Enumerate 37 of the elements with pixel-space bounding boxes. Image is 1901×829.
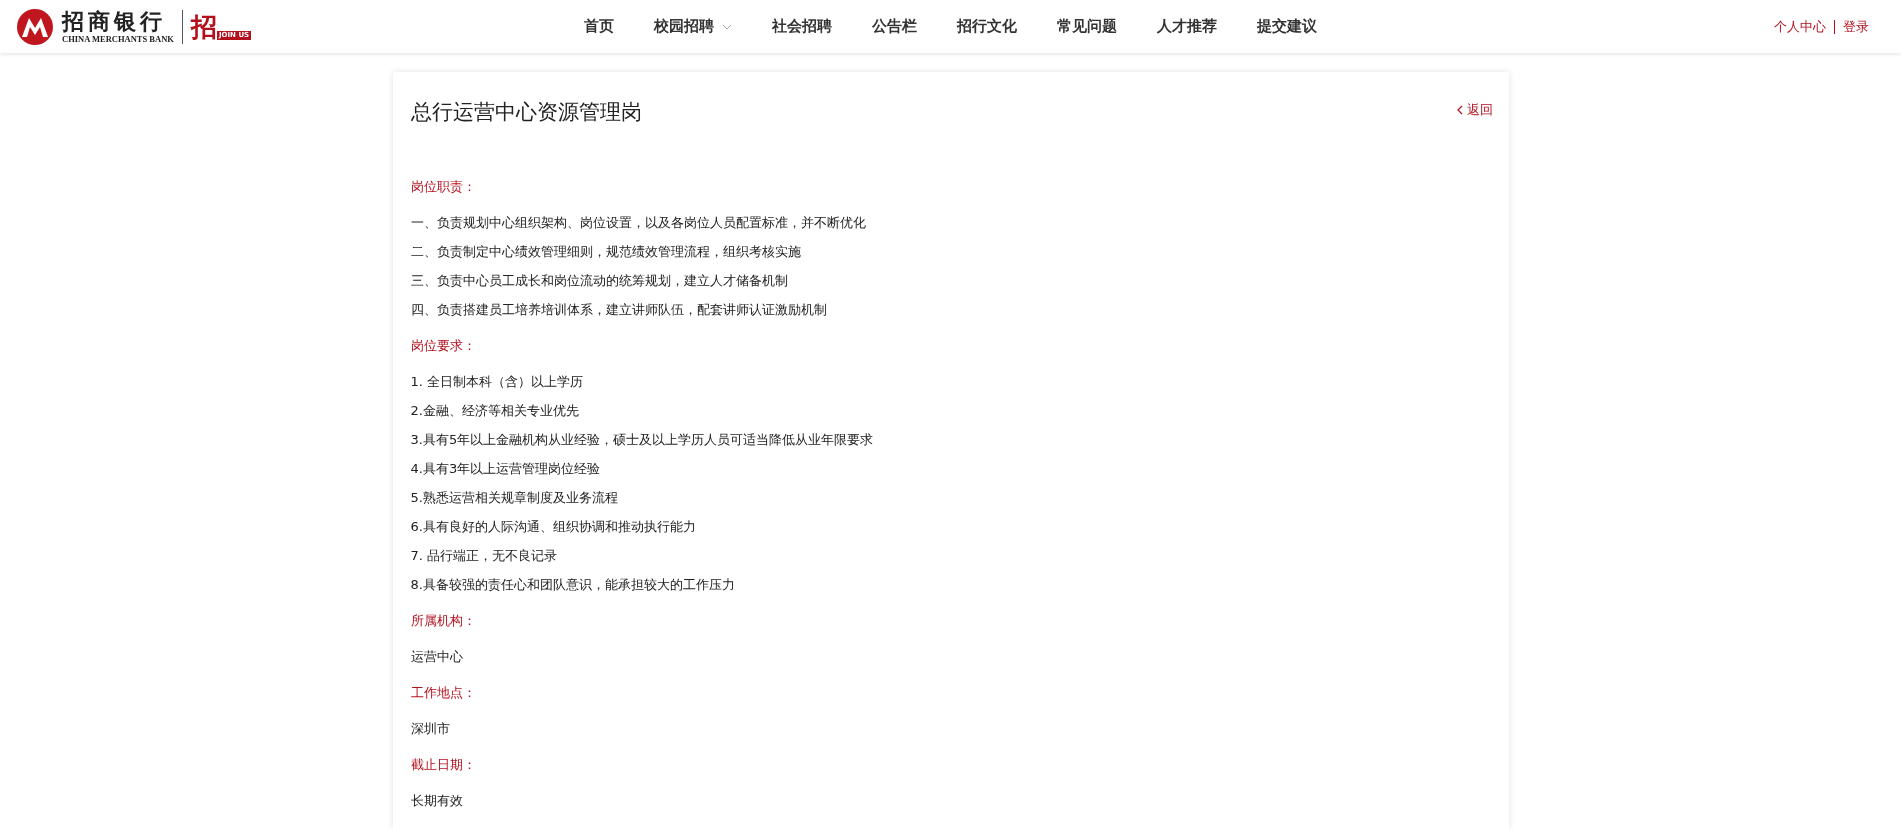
bank-name: 招商银行	[62, 9, 167, 32]
nav-link[interactable]: 常见问题	[1037, 15, 1137, 38]
section-heading: 岗位职责：	[410, 178, 477, 197]
section-text: 6.具有良好的人际沟通、组织协调和推动执行能力	[410, 518, 697, 537]
section-text: 运营中心	[410, 648, 464, 667]
nav-link[interactable]: 招行文化	[937, 15, 1037, 38]
personal-center-link[interactable]: 个人中心	[1774, 16, 1826, 37]
chevron-left-icon	[1456, 104, 1463, 115]
nav-link[interactable]: 公告栏	[852, 15, 937, 38]
nav-link[interactable]: 人才推荐	[1137, 15, 1237, 38]
section-text: 5.熟悉运营相关规章制度及业务流程	[410, 489, 619, 508]
nav-link[interactable]: 首页	[564, 15, 634, 38]
recruit-logo-character: 招	[190, 13, 217, 40]
section-text: 8.具备较强的责任心和团队意识，能承担较大的工作压力	[410, 576, 736, 595]
nav-link[interactable]: 社会招聘	[752, 15, 852, 38]
job-title: 总行运营中心资源管理岗	[410, 100, 642, 126]
section-text: 1. 全日制本科（含）以上学历	[410, 373, 585, 392]
section-heading: 工作地点：	[410, 684, 477, 703]
bank-logo-icon	[16, 7, 54, 46]
section-heading: 截止日期：	[410, 756, 477, 775]
section-heading: 岗位要求：	[410, 337, 477, 356]
section-text: 三、负责中心员工成长和岗位流动的统筹规划，建立人才储备机制	[410, 272, 789, 291]
nav-link[interactable]: 校园招聘	[634, 15, 752, 38]
section-text: 4.具有3年以上运营管理岗位经验	[410, 460, 602, 479]
section-text: 2.金融、经济等相关专业优先	[410, 402, 580, 421]
section-text: 7. 品行端正，无不良记录	[410, 547, 559, 566]
section-heading: 所属机构：	[410, 612, 477, 631]
bank-name-english: CHINA MERCHANTS BANK	[62, 34, 174, 44]
section-text: 长期有效	[410, 792, 464, 811]
section-text: 一、负责规划中心组织架构、岗位设置，以及各岗位人员配置标准，并不断优化	[410, 214, 867, 233]
section-text: 二、负责制定中心绩效管理细则，规范绩效管理流程，组织考核实施	[410, 243, 802, 262]
nav-link[interactable]: 提交建议	[1237, 15, 1337, 38]
section-text: 深圳市	[410, 720, 451, 739]
login-link[interactable]: 登录	[1843, 16, 1869, 37]
section-text: 3.具有5年以上金融机构从业经验，硕士及以上学历人员可适当降低从业年限要求	[410, 431, 875, 450]
section-text: 四、负责搭建员工培养培训体系，建立讲师队伍，配套讲师认证激励机制	[410, 301, 828, 320]
back-link[interactable]: 返回	[1456, 100, 1493, 120]
